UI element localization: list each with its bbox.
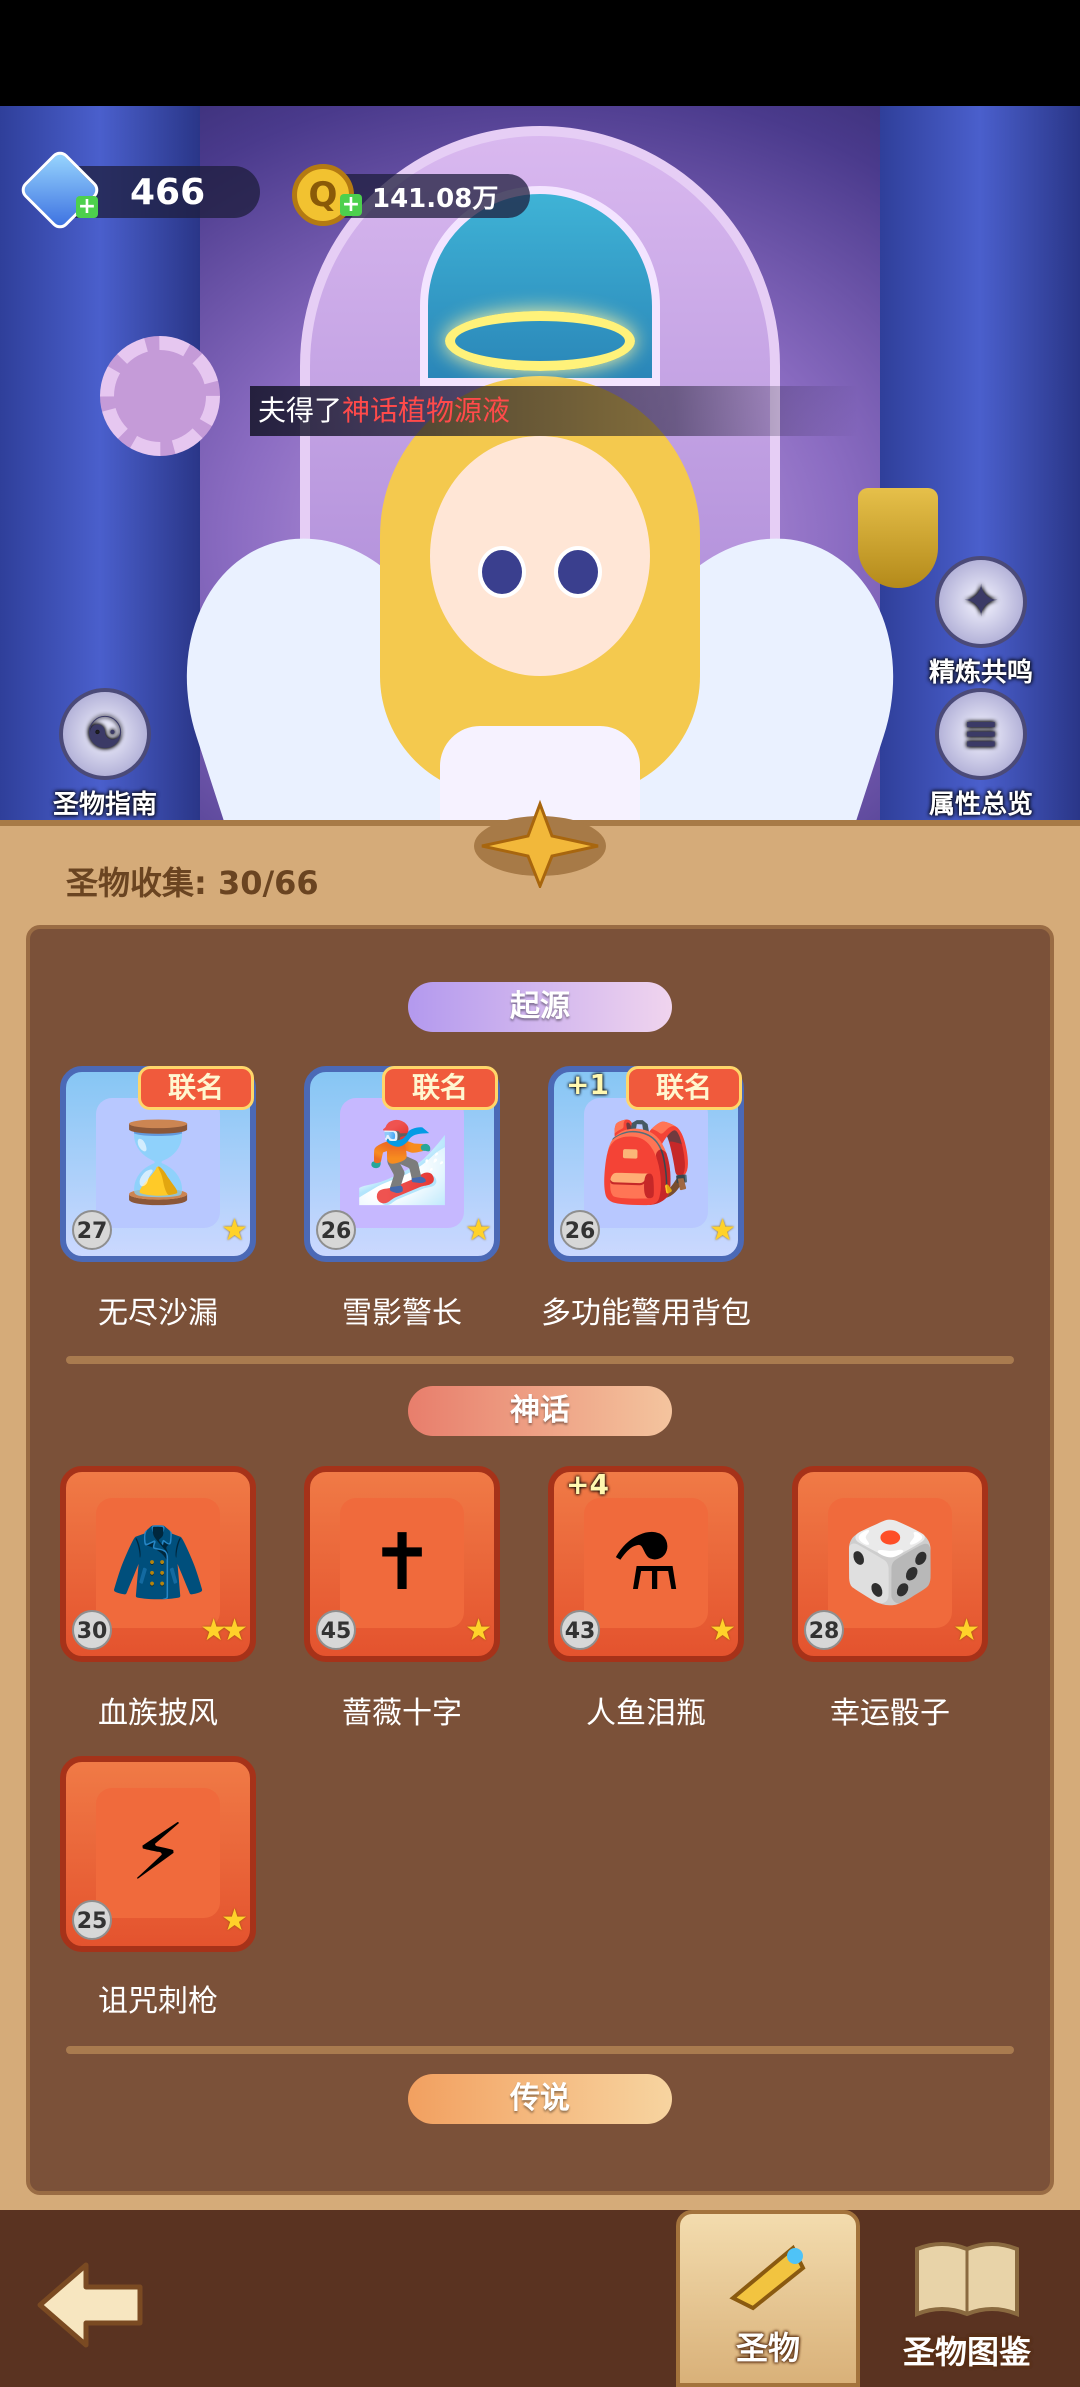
cape-icon: 🧥: [96, 1498, 220, 1628]
book-icon: [912, 2234, 1022, 2324]
relic-level: 25: [72, 1900, 112, 1940]
status-bar: [0, 0, 1080, 106]
coin-add-icon[interactable]: +: [340, 194, 362, 216]
scroll-icon: ≡: [935, 688, 1027, 780]
relic-guide-label: 圣物指南: [52, 790, 157, 820]
relic-name: 雪影警长: [342, 1296, 462, 1331]
potion-bottle-icon: ⚗: [584, 1498, 708, 1628]
spear-icon: ⚡: [96, 1788, 220, 1918]
relic-level: 43: [560, 1610, 600, 1650]
relic-card[interactable]: ⚗ +4 43 ★: [548, 1466, 744, 1662]
rose-cross-icon: ✝: [340, 1498, 464, 1628]
relic-card[interactable]: ⚡ 25 ★: [60, 1756, 256, 1952]
relic-level: 26: [560, 1210, 600, 1250]
angel-face: [430, 436, 650, 676]
star-icon: ★: [221, 1213, 248, 1248]
halo-icon: [445, 311, 635, 371]
relic-name: 幸运骰子: [830, 1696, 950, 1731]
section-divider: [66, 2046, 1014, 2054]
section-myth-header: 神话: [408, 1386, 672, 1436]
tab-relic[interactable]: 圣物: [676, 2210, 860, 2387]
relic-level: 45: [316, 1610, 356, 1650]
collab-badge: 联名: [626, 1066, 742, 1110]
collab-badge: 联名: [138, 1066, 254, 1110]
refine-resonance-label: 精炼共鸣: [928, 658, 1033, 688]
angel-right-eye: [554, 546, 602, 598]
notice-highlight: 神话植物源液: [342, 394, 511, 427]
star-icon: ★: [465, 1613, 492, 1648]
relic-level: 27: [72, 1210, 112, 1250]
collection-progress: 圣物收集: 30/66: [66, 864, 319, 902]
dice-icon: 🎲: [828, 1498, 952, 1628]
relic-name: 诅咒刺枪: [98, 1984, 218, 2019]
relic-guide-icon: ☯: [59, 688, 151, 780]
relic-card[interactable]: 🏂 联名 26 ★: [304, 1066, 500, 1262]
acquisition-notice: 夫得了神话植物源液: [250, 386, 858, 436]
star-icon: ★: [709, 1613, 736, 1648]
relic-name: 血族披风: [98, 1696, 218, 1731]
relic-name: 无尽沙漏: [98, 1296, 218, 1331]
relic-card[interactable]: 🎒 联名 +1 26 ★: [548, 1066, 744, 1262]
star-icon: ★: [465, 1213, 492, 1248]
attribute-overview-label: 属性总览: [928, 790, 1033, 820]
relic-card[interactable]: ✝ 45 ★: [304, 1466, 500, 1662]
refine-resonance-button[interactable]: ✦ 精炼共鸣: [916, 556, 1046, 689]
gem-count: 466: [130, 171, 206, 213]
snowboard-sheriff-icon: 🏂: [340, 1098, 464, 1228]
tab-relic-label: 圣物: [735, 2329, 800, 2367]
relic-card[interactable]: ⌛ 联名 27 ★: [60, 1066, 256, 1262]
back-arrow-icon: [37, 2262, 143, 2348]
gear-decoration-icon: [100, 336, 220, 456]
collab-badge: 联名: [382, 1066, 498, 1110]
angel-left-eye: [478, 546, 526, 598]
panel-ornament-icon: [470, 798, 610, 891]
star-icon: ★: [709, 1213, 736, 1248]
attribute-overview-button[interactable]: ≡ 属性总览: [916, 688, 1046, 821]
star-icon: ★: [221, 1903, 248, 1938]
relic-level: 28: [804, 1610, 844, 1650]
relic-card[interactable]: 🎲 28 ★: [792, 1466, 988, 1662]
relic-level: 26: [316, 1210, 356, 1250]
relic-name: 多功能警用背包: [541, 1296, 751, 1331]
relic-level: 30: [72, 1610, 112, 1650]
tab-relic-codex-label: 圣物图鉴: [902, 2333, 1031, 2371]
relic-name: 蔷薇十字: [342, 1696, 462, 1731]
relic-card[interactable]: 🧥 30 ★★: [60, 1466, 256, 1662]
star-icon: ★: [953, 1613, 980, 1648]
relic-horn-icon: [723, 2238, 813, 2318]
coin-count: 141.08万: [372, 183, 499, 214]
enhance-badge: +4: [566, 1468, 609, 1501]
relic-name: 人鱼泪瓶: [586, 1696, 706, 1731]
gem-add-icon[interactable]: +: [76, 196, 98, 218]
tab-relic-codex[interactable]: 圣物图鉴: [872, 2220, 1062, 2387]
star-icon: ★★: [200, 1613, 248, 1648]
back-button[interactable]: [30, 2255, 150, 2355]
hourglass-icon: ⌛: [96, 1098, 220, 1228]
section-origin-header: 起源: [408, 982, 672, 1032]
notice-prefix: 夫得了: [258, 394, 343, 427]
relic-guide-button[interactable]: ☯ 圣物指南: [40, 688, 170, 821]
section-legend-header: 传说: [408, 2074, 672, 2124]
backpack-icon: 🎒: [584, 1098, 708, 1228]
compass-star-icon: ✦: [935, 556, 1027, 648]
section-divider: [66, 1356, 1014, 1364]
enhance-badge: +1: [566, 1068, 609, 1101]
